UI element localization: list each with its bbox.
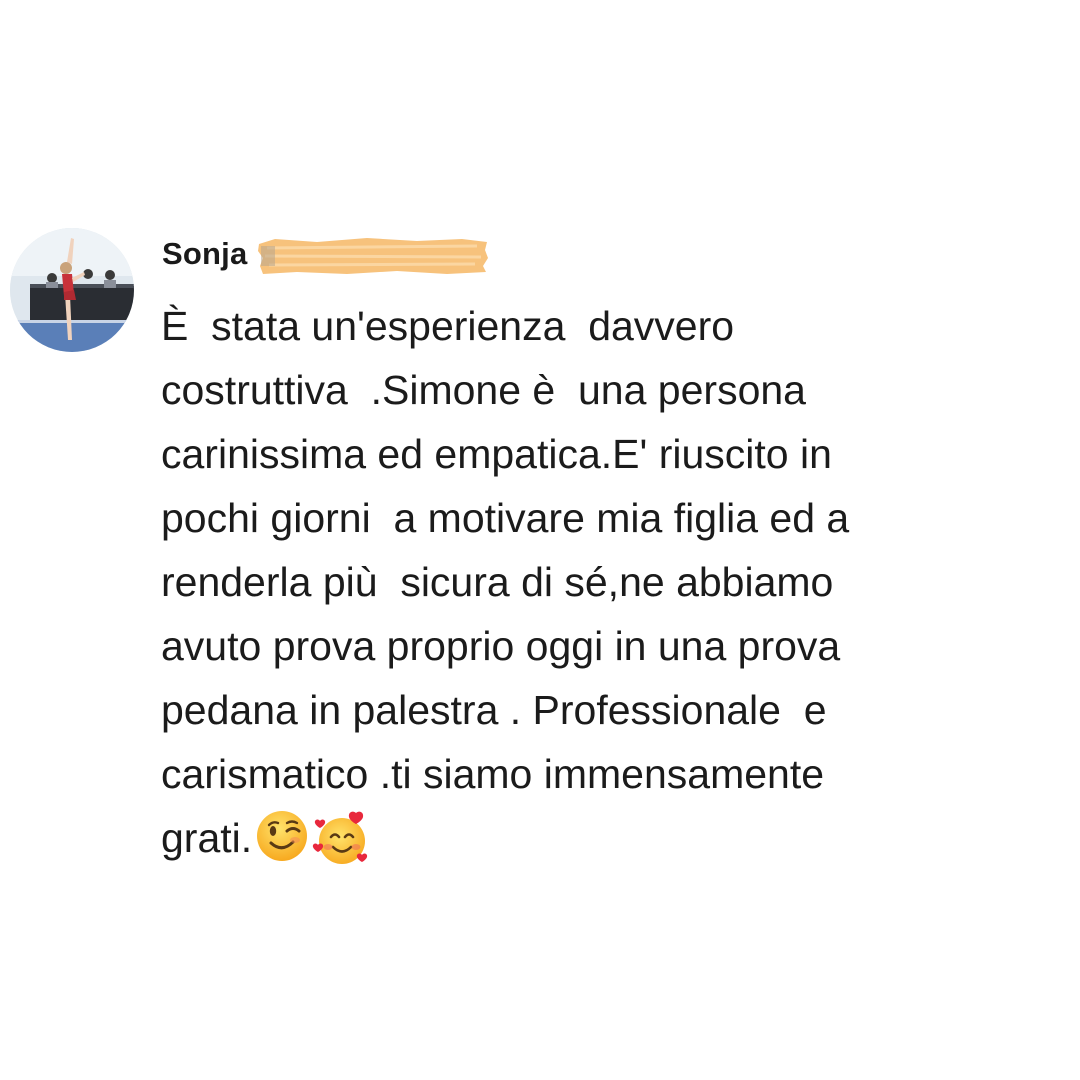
profile-photo-icon [10, 228, 134, 352]
comment-text: È stata un'esperienza davvero costruttiv… [161, 303, 850, 861]
author-name[interactable]: Sonja [162, 232, 489, 276]
redaction-mark [257, 236, 489, 276]
smiling-face-with-hearts-icon [312, 809, 368, 864]
avatar[interactable] [10, 228, 134, 352]
comment-body: È stata un'esperienza davvero costruttiv… [161, 294, 1041, 870]
author-first-name: Sonja [162, 236, 248, 271]
winking-face-icon [255, 809, 309, 863]
comment: Sonja È stata un'esperienza davvero cost… [10, 228, 1070, 868]
